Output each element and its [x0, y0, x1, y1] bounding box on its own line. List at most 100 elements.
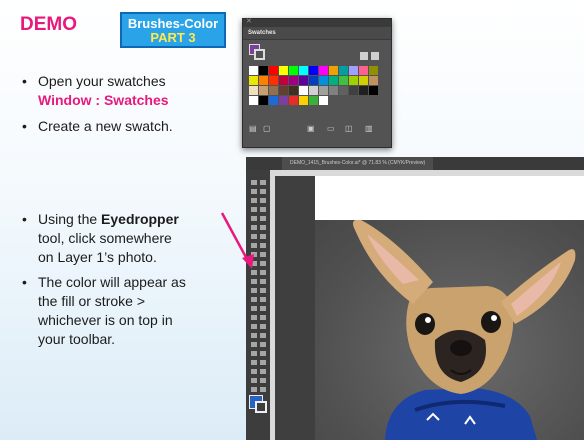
chihuahua-photo[interactable]: [315, 219, 584, 440]
tool-icon[interactable]: [260, 198, 266, 203]
tool-icon[interactable]: [260, 180, 266, 185]
color-swatch[interactable]: [349, 66, 358, 75]
color-swatch[interactable]: [349, 76, 358, 85]
tool-icon[interactable]: [260, 378, 266, 383]
toolbar-fill-stroke[interactable]: [249, 395, 267, 413]
color-swatch[interactable]: [289, 76, 298, 85]
color-swatch[interactable]: [269, 86, 278, 95]
color-swatch[interactable]: [309, 66, 318, 75]
tool-icon[interactable]: [251, 189, 257, 194]
delete-icon[interactable]: ▥: [365, 124, 373, 134]
tool-icon[interactable]: [260, 333, 266, 338]
color-swatch[interactable]: [309, 96, 318, 105]
stroke-swatch[interactable]: [254, 49, 265, 60]
color-swatch[interactable]: [269, 76, 278, 85]
swatches-tab[interactable]: Swatches: [243, 27, 391, 40]
tool-icon[interactable]: [251, 360, 257, 365]
canvas[interactable]: [275, 176, 584, 440]
tool-icon[interactable]: [251, 225, 257, 230]
color-swatch[interactable]: [249, 96, 258, 105]
tool-icon[interactable]: [260, 234, 266, 239]
color-swatch[interactable]: [319, 96, 328, 105]
tool-icon[interactable]: [251, 207, 257, 212]
tool-icon[interactable]: [251, 288, 257, 293]
tool-icon[interactable]: [251, 234, 257, 239]
color-swatch[interactable]: [279, 86, 288, 95]
color-swatch[interactable]: [309, 86, 318, 95]
toolbar-stroke-swatch[interactable]: [255, 401, 267, 413]
color-swatch[interactable]: [289, 96, 298, 105]
library-icon[interactable]: ▤: [249, 124, 257, 134]
tool-icon[interactable]: [260, 315, 266, 320]
tool-icon[interactable]: [260, 369, 266, 374]
tool-icon[interactable]: [260, 324, 266, 329]
tool-icon[interactable]: [260, 261, 266, 266]
color-swatch[interactable]: [279, 76, 288, 85]
group-icon[interactable]: ▣: [307, 124, 315, 134]
tool-icon[interactable]: [251, 198, 257, 203]
color-swatch[interactable]: [349, 86, 358, 95]
color-swatch[interactable]: [359, 66, 368, 75]
tool-icon[interactable]: [260, 387, 266, 392]
tool-icon[interactable]: [260, 288, 266, 293]
fill-stroke-indicator[interactable]: [249, 44, 265, 60]
color-swatch[interactable]: [339, 76, 348, 85]
tool-icon[interactable]: [260, 216, 266, 221]
tool-icon[interactable]: [251, 243, 257, 248]
color-swatch[interactable]: [299, 66, 308, 75]
tool-icon[interactable]: [260, 189, 266, 194]
new-swatch-icon[interactable]: ◫: [345, 124, 353, 134]
color-swatch[interactable]: [299, 96, 308, 105]
color-swatch[interactable]: [269, 66, 278, 75]
tool-icon[interactable]: [260, 306, 266, 311]
color-swatch[interactable]: [319, 66, 328, 75]
panel-titlebar[interactable]: ✕: [243, 17, 391, 27]
list-view-icon[interactable]: [360, 52, 368, 60]
tool-icon[interactable]: [251, 252, 257, 257]
color-swatch[interactable]: [289, 86, 298, 95]
tool-icon[interactable]: [260, 243, 266, 248]
swatch-options-icon[interactable]: ▢: [263, 124, 271, 134]
tool-icon[interactable]: [251, 369, 257, 374]
tool-icon[interactable]: [260, 207, 266, 212]
tool-icon[interactable]: [251, 306, 257, 311]
color-swatch[interactable]: [329, 76, 338, 85]
color-swatch[interactable]: [319, 86, 328, 95]
color-swatch[interactable]: [259, 76, 268, 85]
tool-icon[interactable]: [260, 360, 266, 365]
color-swatch[interactable]: [359, 76, 368, 85]
color-swatch[interactable]: [309, 76, 318, 85]
color-swatch[interactable]: [339, 86, 348, 95]
color-swatch[interactable]: [339, 66, 348, 75]
tool-icon[interactable]: [260, 279, 266, 284]
tool-icon[interactable]: [260, 270, 266, 275]
tool-icon[interactable]: [251, 324, 257, 329]
color-swatch[interactable]: [329, 66, 338, 75]
color-swatch[interactable]: [279, 96, 288, 105]
color-swatch[interactable]: [299, 76, 308, 85]
tool-icon[interactable]: [251, 378, 257, 383]
tool-icon[interactable]: [251, 297, 257, 302]
color-swatch[interactable]: [329, 86, 338, 95]
tool-icon[interactable]: [260, 252, 266, 257]
color-swatch[interactable]: [249, 66, 258, 75]
tool-icon[interactable]: [260, 351, 266, 356]
new-folder-icon[interactable]: ▭: [327, 124, 335, 134]
color-swatch[interactable]: [289, 66, 298, 75]
color-swatch[interactable]: [369, 66, 378, 75]
color-swatch[interactable]: [269, 96, 278, 105]
color-swatch[interactable]: [369, 76, 378, 85]
tool-icon[interactable]: [251, 342, 257, 347]
tool-icon[interactable]: [260, 225, 266, 230]
tool-icon[interactable]: [260, 342, 266, 347]
color-swatch[interactable]: [249, 76, 258, 85]
tool-icon[interactable]: [260, 297, 266, 302]
color-swatch[interactable]: [279, 66, 288, 75]
tool-icon[interactable]: [251, 387, 257, 392]
color-swatch[interactable]: [259, 66, 268, 75]
grid-view-icon[interactable]: [371, 52, 379, 60]
document-tab[interactable]: DEMO_1415_Brushes-Color.ai* @ 71.83 % (C…: [282, 157, 434, 170]
color-swatch[interactable]: [259, 86, 268, 95]
close-icon[interactable]: ✕: [246, 17, 252, 25]
tool-icon[interactable]: [251, 279, 257, 284]
